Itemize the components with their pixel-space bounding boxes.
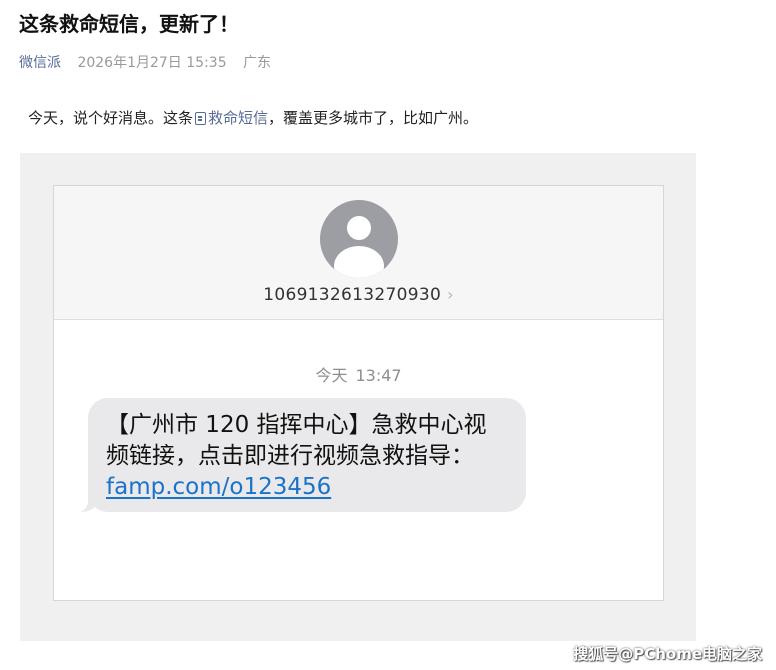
contact-avatar-icon[interactable] <box>320 200 398 278</box>
sender-number[interactable]: 1069132613270930 › <box>54 285 663 305</box>
source-watermark: 搜狐号@PChome电脑之家 <box>573 645 762 663</box>
message-timestamp: 今天 13:47 <box>54 362 663 386</box>
avatar-shoulders <box>334 246 384 278</box>
intro-paragraph: 今天，说个好消息。这条 救命短信，覆盖更多城市了，比如广州。 <box>28 107 478 128</box>
message-url-line: famp.com/o123456 <box>106 472 508 503</box>
article-title: 这条救命短信，更新了！ <box>19 12 239 36</box>
chevron-right-icon: › <box>447 285 454 304</box>
avatar-head <box>347 216 371 240</box>
publish-location: 广东 <box>243 55 272 71</box>
intro-text-before: 今天，说个好消息。这条 <box>28 109 194 127</box>
timestamp-clock: 13:47 <box>355 366 402 385</box>
phone-screen: 1069132613270930 › 今天 13:47 【广州市 120 指挥中心】… <box>53 185 664 601</box>
sms-screenshot: 1069132613270930 › 今天 13:47 【广州市 120 指挥中心】… <box>20 153 696 641</box>
article-meta: 微信派 2026年1月27日 15:35 广东 <box>19 52 271 72</box>
timestamp-day: 今天 <box>315 366 348 385</box>
message-bubble: 【广州市 120 指挥中心】急救中心视 频链接，点击即进行视频急救指导： fam… <box>68 398 526 513</box>
author-link[interactable]: 微信派 <box>19 55 61 71</box>
publish-date: 2026年1月27日 15:35 <box>77 55 227 71</box>
intro-text-after: ，覆盖更多城市了，比如广州。 <box>268 109 479 127</box>
message-url-link[interactable]: famp.com/o123456 <box>106 474 331 500</box>
message-line-2: 频链接，点击即进行视频急救指导： <box>106 443 474 469</box>
sender-number-text: 1069132613270930 <box>263 285 442 305</box>
intro-article-link[interactable]: 救命短信 <box>208 109 268 127</box>
article-link-icon <box>195 112 207 125</box>
conversation-header: 1069132613270930 › <box>54 186 663 320</box>
message-line-1: 【广州市 120 指挥中心】急救中心视 <box>106 412 487 438</box>
